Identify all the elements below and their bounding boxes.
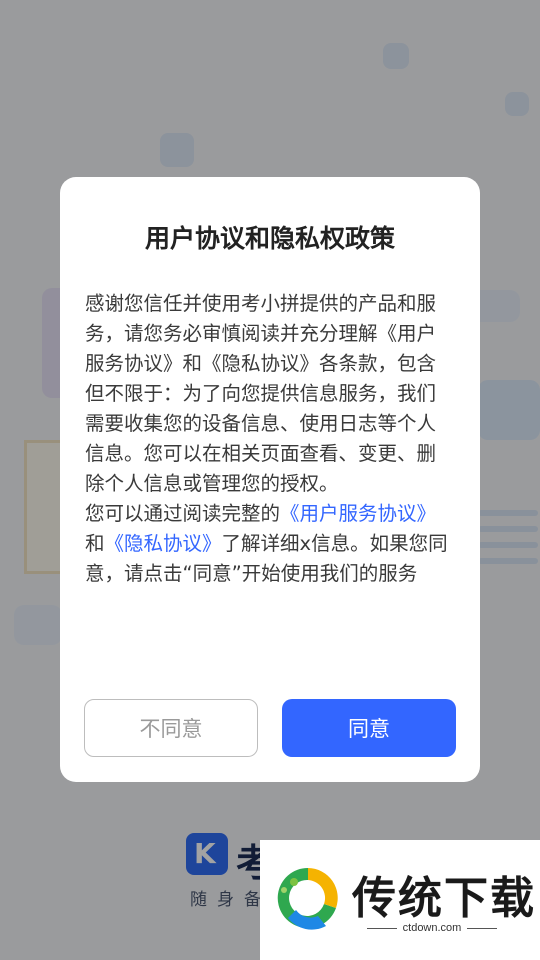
agree-button[interactable]: 同意 <box>282 699 456 757</box>
watermark-logo-icon <box>277 867 338 930</box>
privacy-dialog: 用户协议和隐私权政策 感谢您信任并使用考小拼提供的产品和服务，请您务必审慎阅读并… <box>60 177 480 782</box>
decline-button[interactable]: 不同意 <box>84 699 258 757</box>
dialog-title: 用户协议和隐私权政策 <box>144 224 395 253</box>
dialog-body: 感谢您信任并使用考小拼提供的产品和服务，请您务必审慎阅读并充分理解《用户服务协议… <box>85 289 455 589</box>
privacy-policy-link[interactable]: 《隐私协议》 <box>105 532 222 555</box>
watermark: 传统下载 ctdown.com <box>260 840 540 960</box>
dialog-paragraph-2: 您可以通过阅读完整的《用户服务协议》和《隐私协议》了解详细x信息。如果您同意，请… <box>85 499 455 589</box>
dialog-paragraph-1: 感谢您信任并使用考小拼提供的产品和服务，请您务必审慎阅读并充分理解《用户服务协议… <box>85 292 437 495</box>
dialog-paragraph-2-prefix: 您可以通过阅读完整的 <box>85 502 281 525</box>
user-agreement-link[interactable]: 《用户服务协议》 <box>280 502 436 525</box>
watermark-title: 传统下载 <box>352 873 536 924</box>
dialog-paragraph-2-and: 和 <box>85 532 105 555</box>
watermark-url: ctdown.com <box>352 922 512 934</box>
